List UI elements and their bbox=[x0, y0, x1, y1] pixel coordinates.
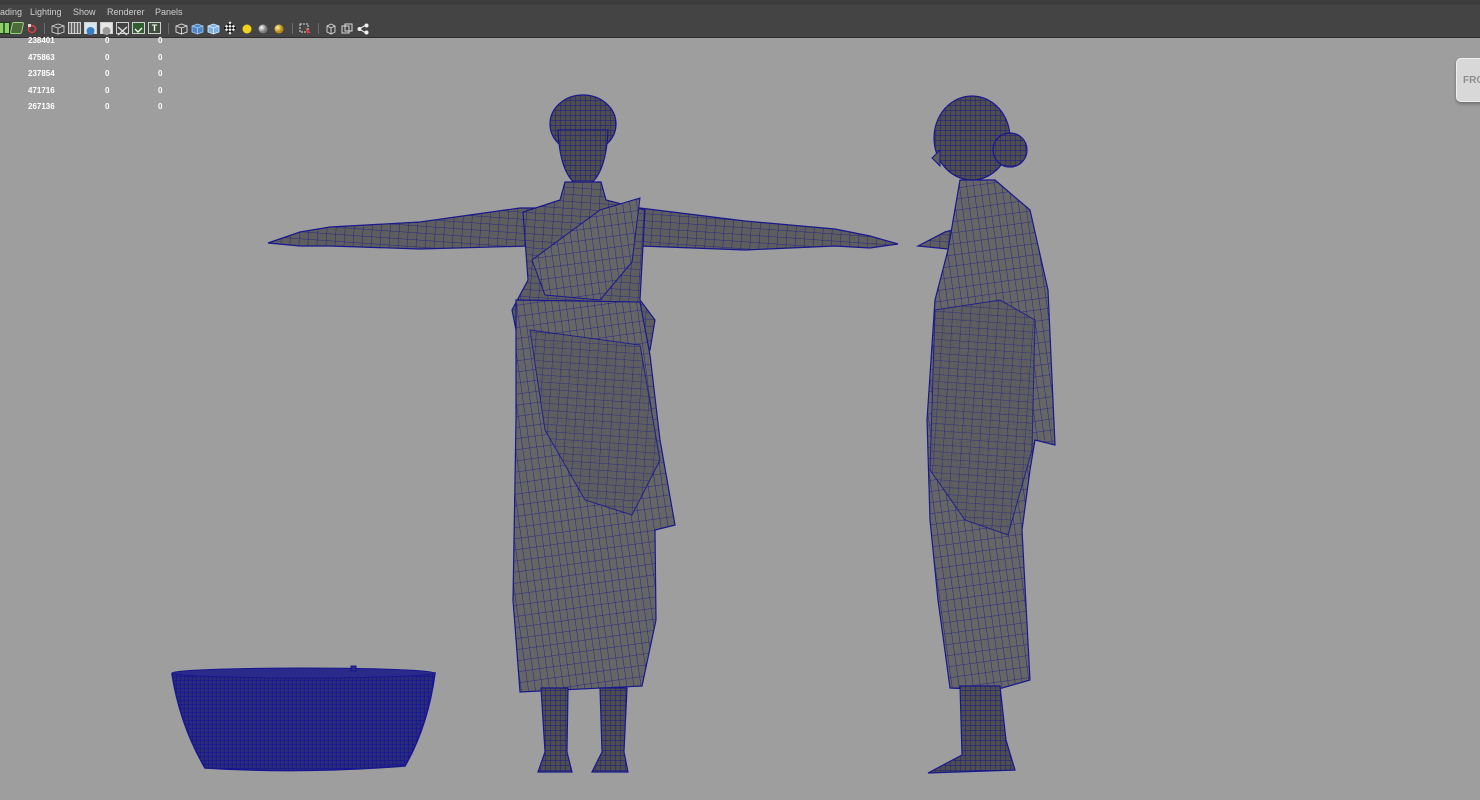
viewport-3d[interactable] bbox=[0, 0, 1480, 800]
basket-handle-knob bbox=[350, 665, 357, 672]
front-left-leg bbox=[537, 687, 573, 773]
basket-mesh[interactable] bbox=[171, 665, 436, 772]
side-hair-bun bbox=[992, 132, 1028, 168]
side-leg bbox=[927, 685, 1016, 774]
basket-rim bbox=[171, 667, 435, 679]
basket-body bbox=[171, 668, 436, 772]
view-cube-front-label[interactable]: FRO bbox=[1456, 58, 1480, 102]
front-right-leg bbox=[591, 687, 629, 773]
side-figure-mesh[interactable] bbox=[915, 95, 1056, 774]
front-face bbox=[557, 129, 609, 189]
